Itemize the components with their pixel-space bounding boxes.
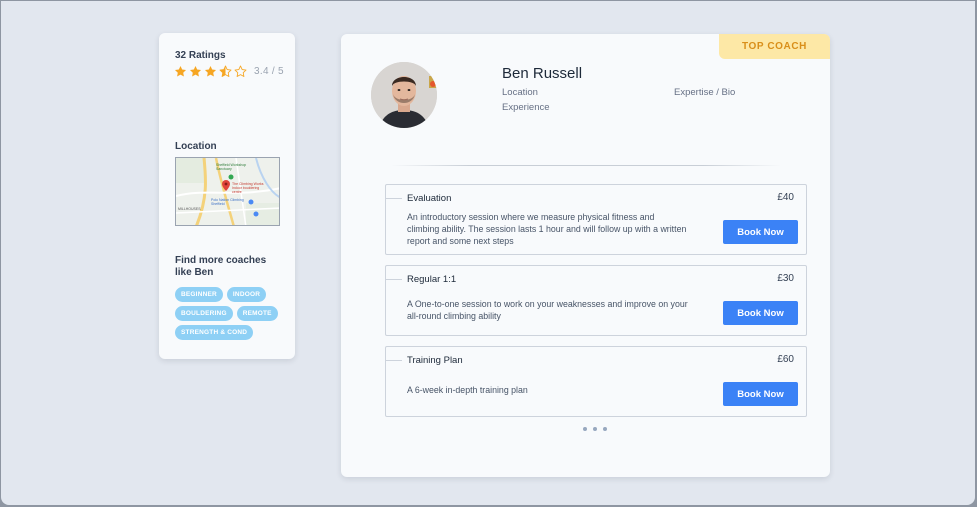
find-more-heading: Find more coaches like Ben xyxy=(175,255,267,278)
session-dash xyxy=(386,279,402,280)
tag-beginner[interactable]: BEGINNER xyxy=(175,287,223,302)
star-full-icon xyxy=(174,65,187,77)
coach-sidebar-card: 32 Ratings 3.4 / 5 Location Sheffield Wo… xyxy=(159,33,295,359)
session-description: An introductory session where we measure… xyxy=(407,212,687,246)
pager-dot[interactable] xyxy=(583,427,587,431)
star-half-icon xyxy=(219,65,232,77)
session-card-evaluation: Evaluation £40 An introductory session w… xyxy=(385,184,807,255)
tag-indoor[interactable]: INDOOR xyxy=(226,287,267,302)
book-now-button[interactable]: Book Now xyxy=(723,220,798,244)
session-dash xyxy=(386,360,402,361)
session-price: £60 xyxy=(777,354,794,365)
top-coach-badge: TOP COACH xyxy=(719,34,830,59)
star-empty-icon xyxy=(234,65,247,77)
session-title: Regular 1:1 xyxy=(407,274,457,285)
session-title: Evaluation xyxy=(407,193,452,204)
coach-profile-card: TOP COACH Ben Russell Location Experienc… xyxy=(341,34,830,477)
session-dash xyxy=(386,198,402,199)
book-now-button[interactable]: Book Now xyxy=(723,382,798,406)
avatar-image xyxy=(371,62,437,128)
star-full-icon xyxy=(189,65,202,77)
session-title: Training Plan xyxy=(407,355,463,366)
location-heading: Location xyxy=(175,141,217,152)
tag-remote[interactable]: REMOTE xyxy=(236,306,278,321)
session-card-training-plan: Training Plan £60 A 6-week in-depth trai… xyxy=(385,346,807,417)
star-rating: 3.4 / 5 xyxy=(174,65,284,78)
rating-value: 3.4 / 5 xyxy=(254,66,284,77)
pager-dot[interactable] xyxy=(603,427,607,431)
map-label-mid: Polo Nation Climbing Sheffield xyxy=(211,198,244,206)
tag-bouldering[interactable]: BOULDERING xyxy=(175,306,233,321)
experience-label: Experience xyxy=(502,102,550,113)
ratings-count: 32 Ratings xyxy=(175,50,226,61)
coach-name: Ben Russell xyxy=(502,65,583,82)
tag-list: BEGINNER INDOOR BOULDERING REMOTE STRENG… xyxy=(175,287,285,340)
location-map[interactable]: Sheffield Workshop Sanctuary The Climbin… xyxy=(175,157,280,226)
star-full-icon xyxy=(204,65,217,77)
session-card-regular: Regular 1:1 £30 A One-to-one session to … xyxy=(385,265,807,336)
location-label: Location xyxy=(502,87,538,98)
map-label-top: Sheffield Workshop Sanctuary xyxy=(216,163,247,171)
session-description: A 6-week in-depth training plan xyxy=(407,385,528,395)
session-description: A One-to-one session to work on your wea… xyxy=(407,299,688,321)
map-label-left: MILLHOUSES xyxy=(178,207,201,211)
tag-strength-cond[interactable]: STRENGTH & COND xyxy=(175,325,254,340)
divider xyxy=(391,165,781,166)
session-price: £40 xyxy=(777,192,794,203)
pager-dot[interactable] xyxy=(593,427,597,431)
app-window: 32 Ratings 3.4 / 5 Location Sheffield Wo… xyxy=(1,1,975,505)
more-sessions-pager[interactable] xyxy=(583,427,607,431)
map-label-pin: The Climbing Works Indoor bouldering cen… xyxy=(232,182,264,194)
book-now-button[interactable]: Book Now xyxy=(723,301,798,325)
avatar xyxy=(371,62,437,128)
session-price: £30 xyxy=(777,273,794,284)
expertise-bio-label: Expertise / Bio xyxy=(674,87,736,98)
